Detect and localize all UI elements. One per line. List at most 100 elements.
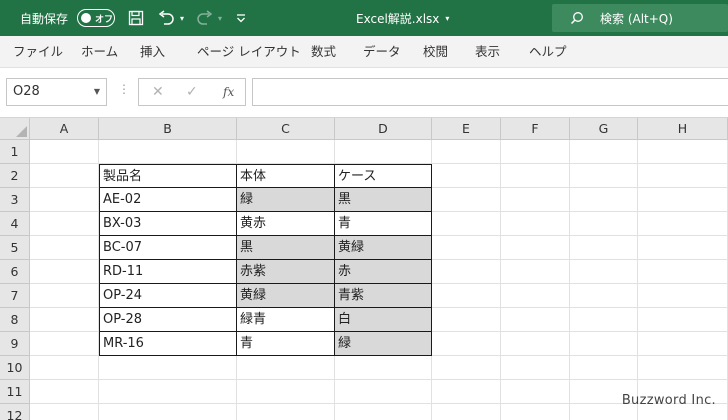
tab-view[interactable]: 表示: [475, 36, 500, 68]
cell-e5[interactable]: [432, 236, 501, 260]
cell-c2[interactable]: 本体: [237, 164, 335, 188]
column-header-d[interactable]: D: [335, 118, 432, 140]
cell-a6[interactable]: [30, 260, 99, 284]
cell-h5[interactable]: [638, 236, 728, 260]
cancel-icon[interactable]: ✕: [152, 79, 164, 105]
cell-d5[interactable]: 黄緑: [335, 236, 432, 260]
cell-h2[interactable]: [638, 164, 728, 188]
cell-h10[interactable]: [638, 356, 728, 380]
cell-g5[interactable]: [570, 236, 638, 260]
cell-a9[interactable]: [30, 332, 99, 356]
cell-a8[interactable]: [30, 308, 99, 332]
cell-c10[interactable]: [237, 356, 335, 380]
tab-home[interactable]: ホーム: [81, 36, 118, 68]
name-box[interactable]: O28 ▼: [6, 78, 107, 106]
cell-a10[interactable]: [30, 356, 99, 380]
customize-toolbar-icon[interactable]: [236, 0, 246, 36]
cell-g3[interactable]: [570, 188, 638, 212]
cell-e8[interactable]: [432, 308, 501, 332]
cell-c9[interactable]: 青: [237, 332, 335, 356]
tab-help[interactable]: ヘルプ: [529, 36, 567, 68]
cell-e1[interactable]: [432, 140, 501, 164]
enter-icon[interactable]: ✓: [186, 79, 198, 105]
column-header-a[interactable]: A: [30, 118, 99, 140]
row-header-7[interactable]: 7: [0, 284, 30, 308]
cell-c12[interactable]: [237, 404, 335, 420]
tab-data[interactable]: データ: [363, 36, 401, 68]
row-header-8[interactable]: 8: [0, 308, 30, 332]
undo-dropdown-icon[interactable]: ▾: [180, 0, 184, 36]
cell-e11[interactable]: [432, 380, 501, 404]
cell-f7[interactable]: [501, 284, 570, 308]
cell-g1[interactable]: [570, 140, 638, 164]
column-header-g[interactable]: G: [570, 118, 638, 140]
column-header-b[interactable]: B: [99, 118, 237, 140]
cell-e2[interactable]: [432, 164, 501, 188]
row-header-11[interactable]: 11: [0, 380, 30, 404]
cell-h6[interactable]: [638, 260, 728, 284]
cell-d8[interactable]: 白: [335, 308, 432, 332]
cell-c6[interactable]: 赤紫: [237, 260, 335, 284]
cell-e10[interactable]: [432, 356, 501, 380]
cell-d1[interactable]: [335, 140, 432, 164]
cell-h4[interactable]: [638, 212, 728, 236]
cell-g9[interactable]: [570, 332, 638, 356]
tab-formulas[interactable]: 数式: [311, 36, 336, 68]
row-header-12[interactable]: 12: [0, 404, 30, 420]
cell-c5[interactable]: 黒: [237, 236, 335, 260]
cell-d10[interactable]: [335, 356, 432, 380]
row-header-4[interactable]: 4: [0, 212, 30, 236]
cell-e4[interactable]: [432, 212, 501, 236]
column-header-f[interactable]: F: [501, 118, 570, 140]
cell-c11[interactable]: [237, 380, 335, 404]
cell-d12[interactable]: [335, 404, 432, 420]
drag-handle-icon[interactable]: ⋮: [118, 82, 130, 96]
cell-g2[interactable]: [570, 164, 638, 188]
cell-f1[interactable]: [501, 140, 570, 164]
row-header-1[interactable]: 1: [0, 140, 30, 164]
save-icon[interactable]: [128, 0, 144, 36]
row-header-5[interactable]: 5: [0, 236, 30, 260]
tab-page-layout[interactable]: ページ レイアウト: [197, 36, 301, 68]
cell-a7[interactable]: [30, 284, 99, 308]
cell-f4[interactable]: [501, 212, 570, 236]
tab-review[interactable]: 校閲: [423, 36, 448, 68]
cell-f9[interactable]: [501, 332, 570, 356]
cell-c8[interactable]: 緑青: [237, 308, 335, 332]
cell-e7[interactable]: [432, 284, 501, 308]
cell-a4[interactable]: [30, 212, 99, 236]
cell-b12[interactable]: [99, 404, 237, 420]
row-header-2[interactable]: 2: [0, 164, 30, 188]
cell-b11[interactable]: [99, 380, 237, 404]
cell-e9[interactable]: [432, 332, 501, 356]
select-all-button[interactable]: [0, 118, 30, 140]
tab-insert[interactable]: 挿入: [140, 36, 165, 68]
cell-a3[interactable]: [30, 188, 99, 212]
column-header-e[interactable]: E: [432, 118, 501, 140]
cell-c7[interactable]: 黄緑: [237, 284, 335, 308]
file-title[interactable]: Excel解説.xlsx ▾: [356, 0, 449, 36]
cell-d3[interactable]: 黒: [335, 188, 432, 212]
cell-a5[interactable]: [30, 236, 99, 260]
cell-c4[interactable]: 黄赤: [237, 212, 335, 236]
undo-icon[interactable]: [157, 0, 175, 36]
cell-h8[interactable]: [638, 308, 728, 332]
cell-b1[interactable]: [99, 140, 237, 164]
row-header-3[interactable]: 3: [0, 188, 30, 212]
cell-a12[interactable]: [30, 404, 99, 420]
tab-file[interactable]: ファイル: [13, 36, 63, 68]
cell-f10[interactable]: [501, 356, 570, 380]
cell-d11[interactable]: [335, 380, 432, 404]
cell-c1[interactable]: [237, 140, 335, 164]
search-box[interactable]: 検索 (Alt+Q): [552, 4, 728, 32]
cell-b8[interactable]: OP-28: [99, 308, 237, 332]
cell-e12[interactable]: [432, 404, 501, 420]
cell-f12[interactable]: [501, 404, 570, 420]
cell-a11[interactable]: [30, 380, 99, 404]
insert-function-icon[interactable]: fx: [223, 79, 234, 105]
column-header-c[interactable]: C: [237, 118, 335, 140]
cell-b10[interactable]: [99, 356, 237, 380]
cell-d4[interactable]: 青: [335, 212, 432, 236]
cell-a2[interactable]: [30, 164, 99, 188]
cell-b9[interactable]: MR-16: [99, 332, 237, 356]
